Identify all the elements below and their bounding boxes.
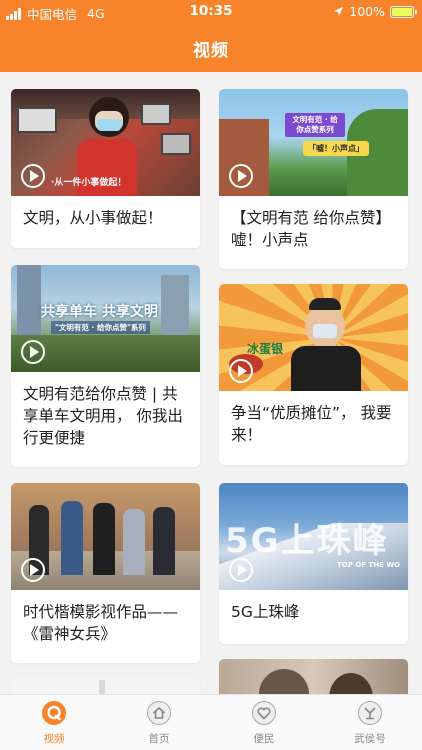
tab-home[interactable]: 首页 bbox=[129, 701, 189, 746]
video-card[interactable]: 5G上珠峰 TOP OF THE WO 5G上珠峰 bbox=[219, 483, 408, 644]
battery-percent: 100% bbox=[349, 4, 385, 19]
video-card[interactable] bbox=[11, 678, 200, 694]
heart-service-icon bbox=[252, 701, 276, 725]
tab-label: 便民 bbox=[253, 733, 275, 745]
video-title[interactable]: 文明有范给你点赞 | 共享单车文明用， 你我出行更便捷 bbox=[11, 372, 200, 449]
video-icon bbox=[42, 701, 66, 725]
play-icon[interactable] bbox=[21, 340, 45, 364]
play-icon[interactable] bbox=[229, 558, 253, 582]
play-icon[interactable] bbox=[229, 359, 253, 383]
video-thumbnail[interactable] bbox=[11, 678, 200, 694]
thumbnail-caption: TOP OF THE WO bbox=[337, 561, 400, 569]
video-card[interactable]: 文明有范 · 给你点赞系列 「嘘！小声点」 【文明有范 给你点赞】嘘！小声点 bbox=[219, 89, 408, 269]
play-icon[interactable] bbox=[229, 164, 253, 188]
thumbnail-caption: ·从一件小事做起！ bbox=[51, 178, 127, 188]
video-title[interactable]: 争当“优质摊位”， 我要来！ bbox=[219, 391, 408, 446]
thumbnail-headline: 「嘘！小声点」 bbox=[303, 141, 369, 156]
play-icon[interactable] bbox=[21, 558, 45, 582]
tab-bar: 视频 首页 便民 武侯号 bbox=[0, 694, 422, 750]
video-card[interactable]: 时代楷模影视作品——《雷神女兵》 bbox=[11, 483, 200, 663]
video-title[interactable]: 文明，从小事做起！ bbox=[11, 196, 200, 229]
tab-label: 视频 bbox=[43, 733, 65, 745]
video-card[interactable] bbox=[219, 659, 408, 694]
video-title[interactable]: 【文明有范 给你点赞】嘘！小声点 bbox=[219, 196, 408, 251]
thumbnail-series: "文明有范 · 给你点赞"系列 bbox=[51, 321, 150, 334]
thumbnail-headline: 共享单车 共享文明 bbox=[41, 304, 158, 320]
video-thumbnail[interactable] bbox=[11, 483, 200, 590]
video-card[interactable]: 共享单车 共享文明 "文明有范 · 给你点赞"系列 文明有范给你点赞 | 共享单… bbox=[11, 265, 200, 467]
video-card[interactable]: ·从一件小事做起！ 文明，从小事做起！ bbox=[11, 89, 200, 248]
thumbnail-headline: 5G上珠峰 bbox=[225, 521, 389, 561]
status-bar: 中国电信 4G 10:35 100% bbox=[0, 0, 422, 24]
video-thumbnail[interactable]: 共享单车 共享文明 "文明有范 · 给你点赞"系列 bbox=[11, 265, 200, 372]
nav-bar: 视频 bbox=[0, 24, 422, 72]
video-feed[interactable]: ·从一件小事做起！ 文明，从小事做起！ 共享单车 共享文明 "文明有范 · 给你… bbox=[0, 72, 422, 694]
tab-label: 武侯号 bbox=[354, 733, 386, 745]
thumbnail-series: 文明有范 · 给你点赞系列 bbox=[285, 113, 345, 137]
tab-video[interactable]: 视频 bbox=[24, 701, 84, 746]
wuhou-icon bbox=[358, 701, 382, 725]
video-thumbnail[interactable]: 文明有范 · 给你点赞系列 「嘘！小声点」 bbox=[219, 89, 408, 196]
page-title: 视频 bbox=[193, 40, 229, 61]
video-title[interactable]: 5G上珠峰 bbox=[219, 590, 408, 623]
thumbnail-caption: 冰蛋银 bbox=[247, 342, 284, 356]
tab-services[interactable]: 便民 bbox=[234, 701, 294, 746]
video-title[interactable]: 时代楷模影视作品——《雷神女兵》 bbox=[11, 590, 200, 645]
home-icon bbox=[147, 701, 171, 725]
location-icon bbox=[334, 6, 344, 17]
video-card[interactable]: 冰蛋银 争当“优质摊位”， 我要来！ bbox=[219, 284, 408, 465]
tab-label: 首页 bbox=[148, 733, 170, 745]
video-thumbnail[interactable]: ·从一件小事做起！ bbox=[11, 89, 200, 196]
tab-wuhou[interactable]: 武侯号 bbox=[340, 701, 400, 746]
battery-icon bbox=[390, 5, 417, 18]
video-thumbnail[interactable]: 5G上珠峰 TOP OF THE WO bbox=[219, 483, 408, 590]
play-icon[interactable] bbox=[21, 164, 45, 188]
video-thumbnail[interactable] bbox=[219, 659, 408, 694]
video-thumbnail[interactable]: 冰蛋银 bbox=[219, 284, 408, 391]
